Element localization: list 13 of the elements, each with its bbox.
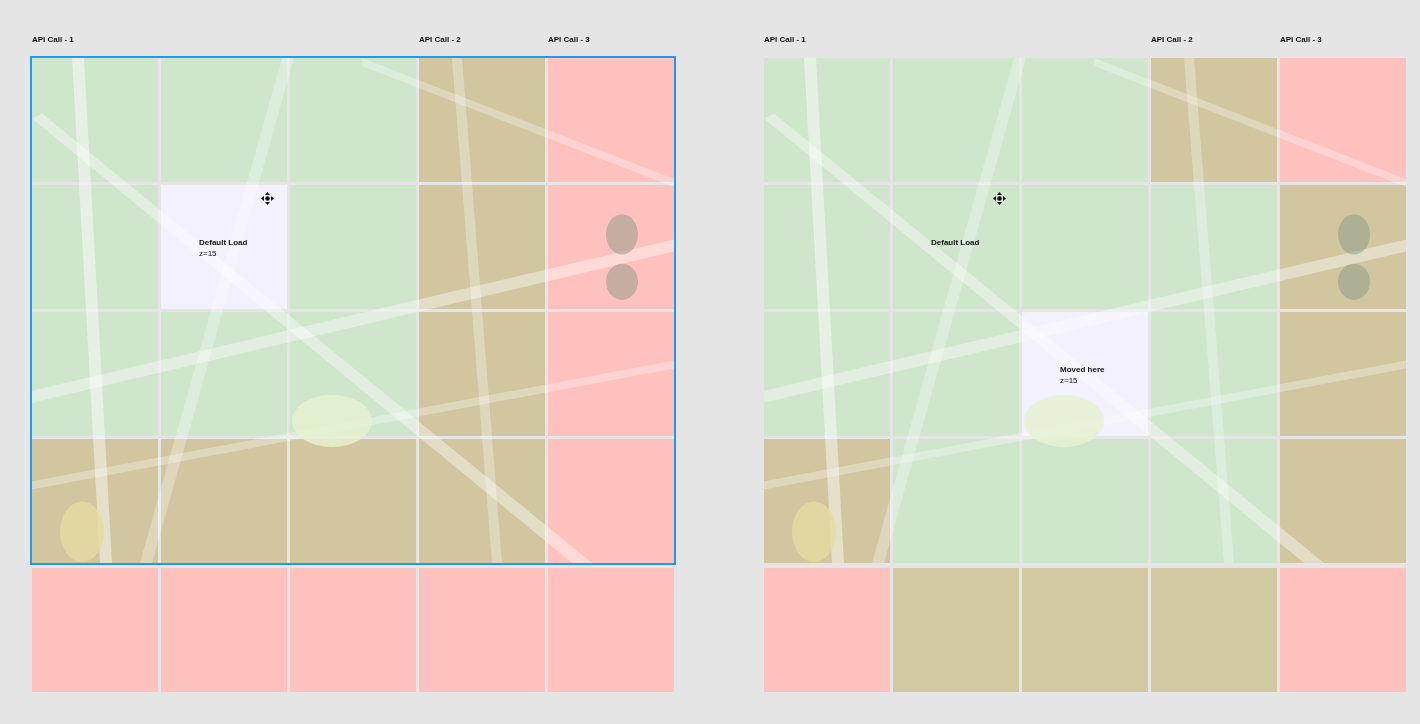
column-header: API Call - 2 — [419, 35, 461, 44]
zoom-level: z=15 — [199, 248, 218, 259]
column-header: API Call - 3 — [1280, 35, 1322, 44]
move-icon[interactable] — [993, 192, 1006, 205]
column-header: API Call - 2 — [1151, 35, 1193, 44]
tile-title: Default Load — [931, 237, 980, 248]
column-header: API Call - 1 — [764, 35, 806, 44]
tile-title: Moved here — [1060, 364, 1105, 375]
column-header: API Call - 1 — [32, 35, 74, 44]
zoom-level: z=15 — [1060, 375, 1079, 386]
column-header: API Call - 3 — [548, 35, 590, 44]
tile-title: Default Load — [199, 237, 248, 248]
move-icon[interactable] — [261, 192, 274, 205]
